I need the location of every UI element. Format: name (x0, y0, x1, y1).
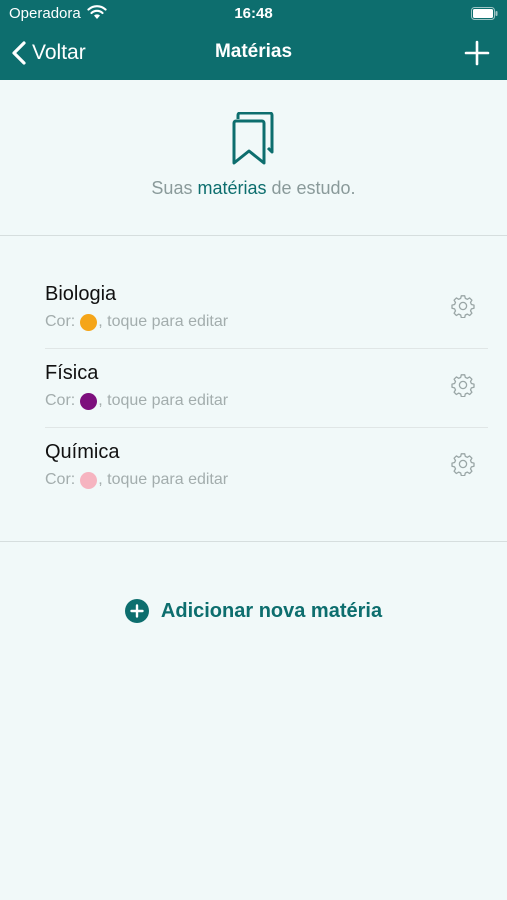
plus-icon[interactable] (463, 39, 491, 67)
subject-name: Biologia (45, 283, 117, 305)
subject-color-row: Cor: , toque para editar (45, 392, 228, 410)
gear-icon[interactable] (451, 294, 475, 318)
clock: 16:48 (234, 5, 273, 22)
color-swatch (80, 471, 98, 489)
status-bar: Operadora 16:48 (0, 0, 507, 28)
subject-color-row: Cor: , toque para editar (45, 313, 228, 331)
subject-item-fisica[interactable]: Física Cor: , toque para editar (45, 349, 488, 428)
subject-color-row: Cor: , toque para editar (45, 471, 228, 489)
subject-name: Física (45, 362, 99, 384)
page-title: Matérias (214, 41, 293, 62)
intro-section: Suas matérias de estudo. (0, 80, 507, 236)
gear-icon[interactable] (451, 452, 475, 476)
bookmark-icon (232, 112, 274, 165)
add-new-subject-label: Adicionar nova matéria (160, 599, 383, 622)
edit-hint: , toque para editar (98, 471, 229, 488)
intro-text: Suas matérias de estudo. (0, 178, 507, 199)
color-swatch (80, 392, 98, 410)
header: Operadora 16:48 Voltar Matérias (0, 0, 507, 80)
color-label: Cor: (45, 313, 76, 330)
intro-text-highlight: matérias (197, 178, 267, 198)
navigation-bar: Voltar Matérias (0, 28, 507, 78)
battery-icon (471, 7, 498, 20)
subject-item-quimica[interactable]: Química Cor: , toque para editar (45, 428, 488, 507)
add-new-subject-button[interactable]: Adicionar nova matéria (0, 597, 507, 625)
intro-text-after: de estudo. (266, 178, 356, 198)
color-swatch (80, 313, 98, 331)
edit-hint: , toque para editar (98, 313, 229, 330)
edit-hint: , toque para editar (98, 392, 229, 409)
plus-circle-icon (124, 599, 149, 623)
subject-name: Química (45, 441, 120, 463)
subject-item-biologia[interactable]: Biologia Cor: , toque para editar (45, 270, 488, 349)
intro-text-before: Suas (151, 178, 198, 198)
color-label: Cor: (45, 471, 76, 488)
color-label: Cor: (45, 392, 76, 409)
gear-icon[interactable] (451, 373, 475, 397)
subject-list: Biologia Cor: , toque para editar Física… (0, 237, 507, 542)
